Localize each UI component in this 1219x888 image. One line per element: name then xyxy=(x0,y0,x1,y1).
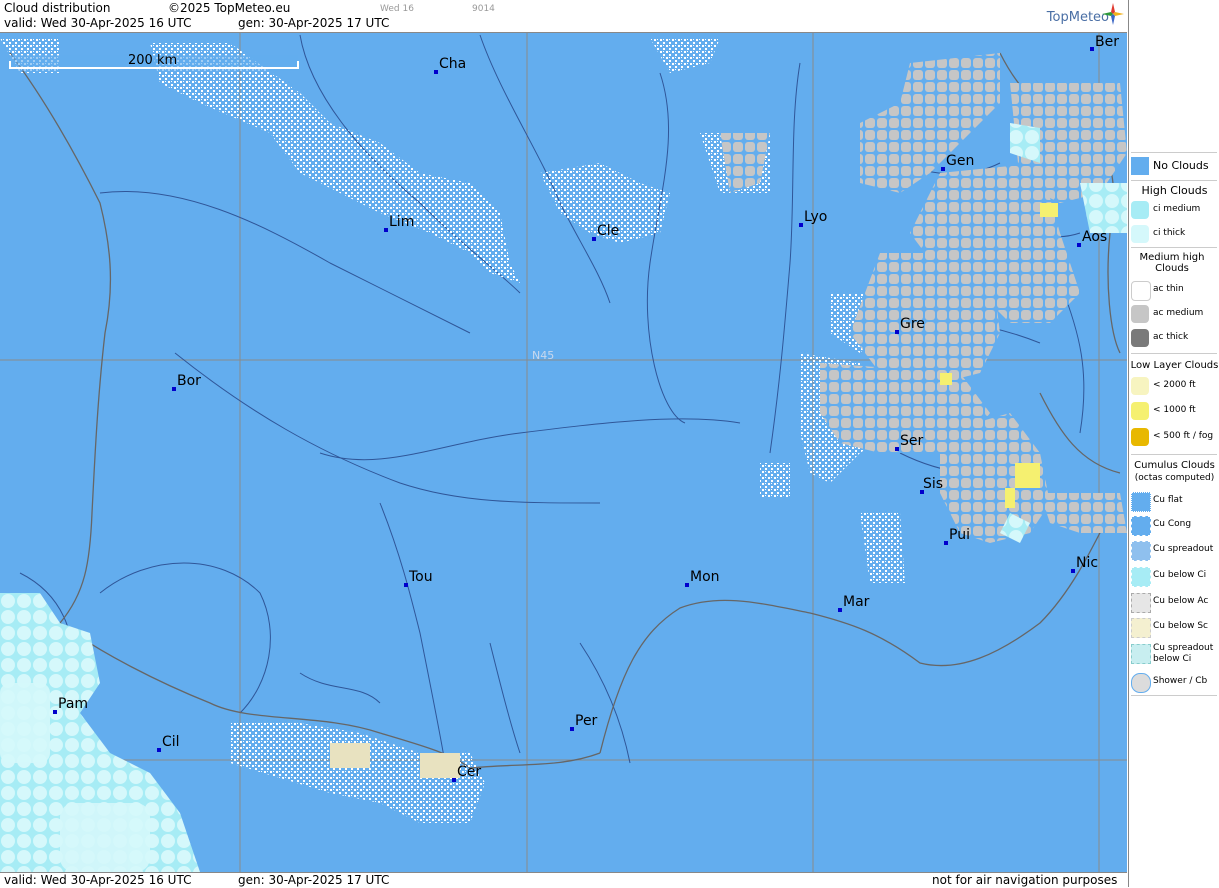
city-per: Per xyxy=(570,713,598,731)
svg-text:Lim: Lim xyxy=(389,214,414,230)
legend-ac-thin: ac thin xyxy=(1129,279,1219,301)
footer: valid: Wed 30-Apr-2025 16 UTC gen: 30-Ap… xyxy=(0,872,1127,888)
legend-medium-high-head: Medium high Clouds xyxy=(1139,252,1205,274)
legend-no-clouds: No Clouds xyxy=(1129,155,1219,177)
svg-text:Aos: Aos xyxy=(1082,229,1107,245)
svg-text:Cha: Cha xyxy=(439,56,466,72)
legend-low-1000: < 1000 ft xyxy=(1129,400,1219,422)
svg-text:Pam: Pam xyxy=(58,696,88,712)
header: Cloud distribution ©2025 TopMeteo.eu val… xyxy=(0,0,1127,33)
city-pui: Pui xyxy=(944,527,970,545)
legend-cumulus-head: Cumulus Clouds xyxy=(1134,460,1215,471)
svg-text:Gre: Gre xyxy=(900,316,925,332)
legend-low-layer-head: Low Layer Clouds xyxy=(1130,360,1219,371)
city-ser: Ser xyxy=(895,433,924,451)
svg-text:Mar: Mar xyxy=(843,594,870,610)
city-ber: Ber xyxy=(1090,34,1119,51)
city-cle: Cle xyxy=(592,223,619,241)
copyright: ©2025 TopMeteo.eu xyxy=(168,1,291,15)
city-gen: Gen xyxy=(941,153,974,171)
legend-cu-cong: Cu Cong xyxy=(1129,514,1219,536)
city-tou: Tou xyxy=(404,569,433,587)
footer-generated-time: gen: 30-Apr-2025 17 UTC xyxy=(238,873,390,887)
svg-text:Ber: Ber xyxy=(1095,34,1119,50)
legend: No Clouds High Clouds ci medium ci thick… xyxy=(1128,0,1219,887)
compass-logo-icon xyxy=(1102,3,1124,25)
legend-cu-below-ci: Cu below Ci xyxy=(1129,565,1219,587)
legend-cumulus-sub: (octas computed) xyxy=(1134,473,1215,483)
svg-text:Lyo: Lyo xyxy=(804,209,827,225)
legend-cu-flat: Cu flat xyxy=(1129,490,1219,512)
cloud-map[interactable]: N45 200 km Cha Ber Gen Lim Cle Lyo Aos G… xyxy=(0,33,1127,872)
city-cil: Cil xyxy=(157,734,180,752)
city-lim: Lim xyxy=(384,214,414,232)
city-cha: Cha xyxy=(434,56,466,74)
legend-ac-thick: ac thick xyxy=(1129,327,1219,349)
svg-text:Nic: Nic xyxy=(1076,555,1098,571)
city-mon: Mon xyxy=(685,569,720,587)
city-aos: Aos xyxy=(1077,229,1107,247)
svg-text:Mon: Mon xyxy=(690,569,720,585)
city-sis: Sis xyxy=(920,476,943,494)
run-label: Wed 16 xyxy=(380,4,414,14)
legend-cu-below-ac: Cu below Ac xyxy=(1129,591,1219,613)
city-mar: Mar xyxy=(838,594,870,612)
svg-text:Bor: Bor xyxy=(177,373,201,389)
svg-text:Gen: Gen xyxy=(946,153,974,169)
legend-high-clouds-head: High Clouds xyxy=(1141,184,1208,197)
cumulus-white xyxy=(0,38,905,823)
city-nic: Nic xyxy=(1071,555,1098,573)
svg-text:Pui: Pui xyxy=(949,527,970,543)
city-cer: Cer xyxy=(452,764,481,782)
svg-text:Ser: Ser xyxy=(900,433,924,449)
svg-text:Cle: Cle xyxy=(597,223,619,239)
run-code: 9014 xyxy=(472,4,495,14)
svg-text:Cer: Cer xyxy=(457,764,481,780)
map-canvas: N45 200 km Cha Ber Gen Lim Cle Lyo Aos G… xyxy=(0,33,1127,872)
latitude-label: N45 xyxy=(532,349,554,362)
legend-ci-thick: ci thick xyxy=(1129,223,1219,245)
svg-text:Sis: Sis xyxy=(923,476,943,492)
scale-label: 200 km xyxy=(128,53,177,68)
footer-valid-time: valid: Wed 30-Apr-2025 16 UTC xyxy=(4,873,192,887)
city-lyo: Lyo xyxy=(799,209,827,227)
svg-text:Tou: Tou xyxy=(408,569,433,585)
city-bor: Bor xyxy=(172,373,201,391)
city-gre: Gre xyxy=(895,316,925,334)
valid-time: valid: Wed 30-Apr-2025 16 UTC xyxy=(4,16,192,30)
legend-ci-medium: ci medium xyxy=(1129,199,1219,221)
map-title: Cloud distribution xyxy=(4,1,111,15)
generated-time: gen: 30-Apr-2025 17 UTC xyxy=(238,16,390,30)
legend-ac-medium: ac medium xyxy=(1129,303,1219,325)
svg-text:Per: Per xyxy=(575,713,598,729)
legend-cu-spreadout-below-ci: Cu spreadout below Ci xyxy=(1129,642,1219,668)
topmeteo-logo: TopMeteo xyxy=(1046,10,1109,25)
svg-text:Cil: Cil xyxy=(162,734,180,750)
disclaimer: not for air navigation purposes xyxy=(932,873,1118,887)
legend-cu-spreadout: Cu spreadout xyxy=(1129,539,1219,561)
city-pam: Pam xyxy=(53,696,88,714)
legend-low-500: < 500 ft / fog xyxy=(1129,426,1219,448)
legend-shower-cb: Shower / Cb xyxy=(1129,671,1219,693)
scale-bar: 200 km xyxy=(8,53,299,71)
legend-cu-below-sc: Cu below Sc xyxy=(1129,616,1219,638)
legend-low-2000: < 2000 ft xyxy=(1129,375,1219,397)
